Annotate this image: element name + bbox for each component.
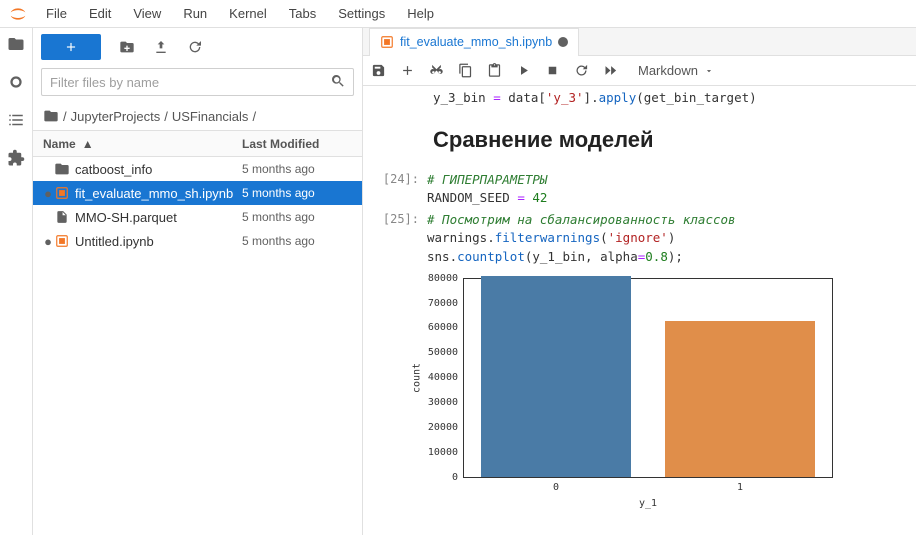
restart-icon[interactable]	[574, 63, 589, 78]
cell-type-label: Markdown	[638, 63, 698, 78]
new-launcher-button[interactable]	[41, 34, 101, 60]
left-rail	[0, 28, 33, 535]
breadcrumb: / JupyterProjects / USFinancials /	[33, 102, 362, 131]
notebook-toolbar: Markdown	[363, 56, 916, 86]
paste-icon[interactable]	[487, 63, 502, 78]
refresh-icon[interactable]	[187, 39, 203, 55]
file-list: catboost_info5 months ago●fit_evaluate_m…	[33, 157, 362, 535]
cell-prompt: [25]:	[363, 211, 427, 265]
menu-edit[interactable]: Edit	[79, 3, 121, 24]
file-name: fit_evaluate_mmo_sh.ipynb	[71, 186, 242, 201]
file-row[interactable]: MMO-SH.parquet5 months ago	[33, 205, 362, 229]
file-name: catboost_info	[71, 162, 242, 177]
toc-icon[interactable]	[6, 110, 26, 130]
breadcrumb-item[interactable]: USFinancials	[172, 109, 249, 124]
file-modified: 5 months ago	[242, 234, 352, 248]
save-icon[interactable]	[371, 63, 386, 78]
file-modified: 5 months ago	[242, 186, 352, 200]
col-modified[interactable]: Last Modified	[242, 137, 352, 151]
search-icon	[330, 73, 346, 89]
notebook-tabs: fit_evaluate_mmo_sh.ipynb	[363, 28, 916, 56]
cell-body: # ГИПЕРПАРАМЕТРЫ RANDOM_SEED = 42	[427, 171, 547, 207]
folder-icon[interactable]	[43, 108, 59, 124]
new-folder-icon[interactable]	[119, 39, 135, 55]
file-type-icon	[53, 210, 71, 224]
chart-output: 8000070000600005000040000300002000010000…	[363, 268, 916, 478]
cell-body: # Посмотрим на сбалансированность классо…	[427, 211, 736, 265]
file-name: MMO-SH.parquet	[71, 210, 242, 225]
menu-settings[interactable]: Settings	[328, 3, 395, 24]
sort-asc-icon: ▲	[82, 137, 94, 151]
file-browser: / JupyterProjects / USFinancials / Name▲…	[33, 28, 363, 535]
run-icon[interactable]	[516, 63, 531, 78]
menu-kernel[interactable]: Kernel	[219, 3, 277, 24]
chevron-down-icon	[704, 66, 714, 76]
cut-icon[interactable]	[429, 63, 444, 78]
file-type-icon	[53, 186, 71, 200]
folder-icon[interactable]	[6, 34, 26, 54]
dirty-indicator-icon	[558, 37, 568, 47]
file-row[interactable]: catboost_info5 months ago	[33, 157, 362, 181]
running-dot-icon: ●	[43, 234, 53, 249]
menu-file[interactable]: File	[36, 3, 77, 24]
notebook-panel: fit_evaluate_mmo_sh.ipynb Markdown y_3_b…	[363, 28, 916, 535]
col-name[interactable]: Name▲	[43, 137, 242, 151]
jupyter-logo-icon	[8, 4, 28, 24]
interrupt-icon[interactable]	[545, 63, 560, 78]
chart-bar	[481, 276, 632, 476]
copy-icon[interactable]	[458, 63, 473, 78]
file-row[interactable]: ● fit_evaluate_mmo_sh.ipynb5 months ago	[33, 181, 362, 205]
notebook-content[interactable]: y_3_bin = data['y_3'].apply(get_bin_targ…	[363, 86, 916, 535]
menu-tabs[interactable]: Tabs	[279, 3, 326, 24]
insert-cell-icon[interactable]	[400, 63, 415, 78]
chart-xlabel: y_1	[464, 498, 832, 509]
code-snippet: y_3_bin = data['y_3'].apply(get_bin_targ…	[363, 90, 916, 109]
main-area: / JupyterProjects / USFinancials / Name▲…	[0, 28, 916, 535]
filter-input[interactable]	[41, 68, 354, 96]
file-name: Untitled.ipynb	[71, 234, 242, 249]
file-list-header: Name▲ Last Modified	[33, 131, 362, 157]
menu-help[interactable]: Help	[397, 3, 444, 24]
breadcrumb-item[interactable]: JupyterProjects	[71, 109, 161, 124]
menubar: File Edit View Run Kernel Tabs Settings …	[0, 0, 916, 28]
chart-ylabel: count	[412, 363, 423, 393]
code-cell[interactable]: [25]:# Посмотрим на сбалансированность к…	[363, 209, 916, 267]
running-icon[interactable]	[6, 72, 26, 92]
restart-run-all-icon[interactable]	[603, 63, 618, 78]
upload-icon[interactable]	[153, 39, 169, 55]
file-row[interactable]: ● Untitled.ipynb5 months ago	[33, 229, 362, 253]
menu-run[interactable]: Run	[173, 3, 217, 24]
file-type-icon	[53, 234, 71, 248]
file-browser-toolbar	[33, 28, 362, 66]
extensions-icon[interactable]	[6, 148, 26, 168]
file-modified: 5 months ago	[242, 162, 352, 176]
file-type-icon	[53, 161, 71, 177]
heading: Сравнение моделей	[363, 109, 916, 169]
cell-type-select[interactable]: Markdown	[632, 63, 714, 78]
filter-input-wrap	[41, 68, 354, 96]
menu-view[interactable]: View	[123, 3, 171, 24]
running-dot-icon: ●	[43, 186, 53, 201]
cell-prompt: [24]:	[363, 171, 427, 207]
code-cell[interactable]: [24]:# ГИПЕРПАРАМЕТРЫ RANDOM_SEED = 42	[363, 169, 916, 209]
file-modified: 5 months ago	[242, 210, 352, 224]
tab-title: fit_evaluate_mmo_sh.ipynb	[400, 35, 552, 49]
notebook-tab[interactable]: fit_evaluate_mmo_sh.ipynb	[369, 28, 579, 56]
notebook-icon	[380, 35, 394, 49]
chart-bar	[665, 321, 816, 477]
